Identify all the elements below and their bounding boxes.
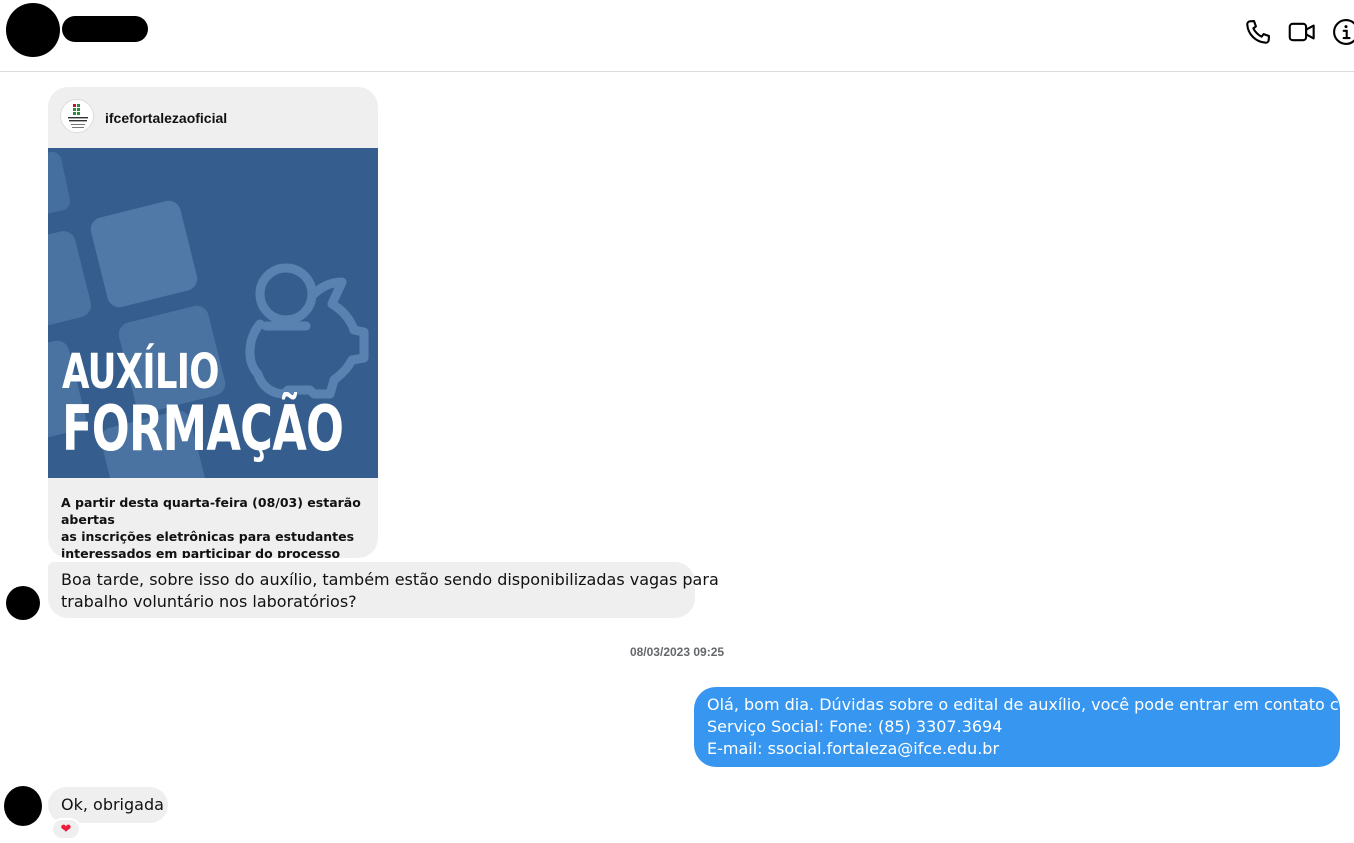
info-icon[interactable]: [1332, 18, 1354, 46]
sender-avatar[interactable]: [6, 586, 40, 620]
shared-post-username[interactable]: ifcefortalezaoficial: [105, 110, 227, 126]
message-text-line: Ok, obrigada: [61, 795, 164, 814]
caption-line: A partir desta quarta-feira (08/03) esta…: [61, 495, 361, 527]
sender-avatar[interactable]: [4, 786, 42, 826]
phone-icon[interactable]: [1244, 18, 1272, 46]
shared-post-header[interactable]: ifcefortalezaoficial: [48, 87, 378, 148]
message-text-line: Boa tarde, sobre isso do auxílio, também…: [61, 570, 719, 589]
message-text-line: Serviço Social: Fone: (85) 3307.3694: [707, 717, 1003, 736]
message-timestamp: 08/03/2023 09:25: [629, 645, 725, 659]
video-camera-icon[interactable]: [1288, 18, 1316, 46]
shared-post-caption[interactable]: A partir desta quarta-feira (08/03) esta…: [61, 494, 369, 558]
conversation-header: [0, 0, 1354, 72]
shared-post-image[interactable]: AUXÍLIO FORMAÇÃO: [48, 148, 378, 478]
caption-line: as inscrições eletrônicas para estudante…: [61, 529, 355, 544]
ifce-logo-icon: [60, 99, 94, 133]
message-text-line: E-mail: ssocial.fortaleza@ifce.edu.br: [707, 739, 1000, 758]
outgoing-message-bubble[interactable]: Olá, bom dia. Dúvidas sobre o edital de …: [694, 687, 1354, 767]
incoming-message-bubble[interactable]: Boa tarde, sobre isso do auxílio, também…: [48, 562, 719, 618]
post-image-title-line2: FORMAÇÃO: [62, 392, 344, 465]
caption-line: interessados em participar do processo s…: [61, 546, 341, 558]
contact-avatar[interactable]: [6, 3, 60, 57]
shared-post-card[interactable]: ifcefortalezaoficial AUXÍLIO FORMAÇÃO A …: [48, 87, 378, 558]
contact-name-redacted[interactable]: [62, 16, 148, 42]
heart-reaction-icon[interactable]: ❤: [51, 818, 81, 840]
direct-message-thread: ifcefortalezaoficial AUXÍLIO FORMAÇÃO A …: [0, 0, 1354, 843]
message-text-line: trabalho voluntário nos laboratórios?: [61, 592, 357, 611]
message-text-line: Olá, bom dia. Dúvidas sobre o edital de …: [707, 695, 1354, 714]
